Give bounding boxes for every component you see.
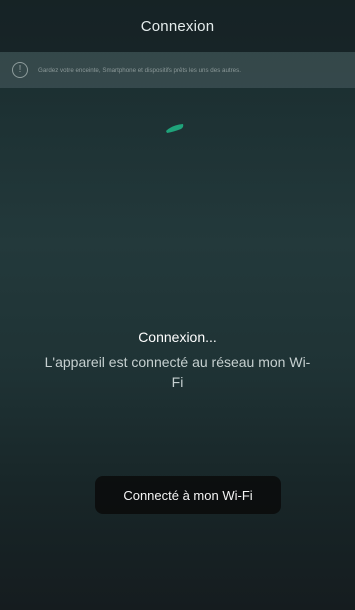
status-block: Connexion... L'appareil est connecté au … [0, 328, 355, 392]
notice-text: Gardez votre enceinte, Smartphone et dis… [38, 66, 241, 74]
info-icon: ! [12, 62, 28, 78]
notice-banner: ! Gardez votre enceinte, Smartphone et d… [0, 52, 355, 88]
status-message: L'appareil est connecté au réseau mon Wi… [44, 354, 311, 390]
loading-spinner-icon [166, 124, 184, 133]
connection-screen: Connexion ! Gardez votre enceinte, Smart… [0, 0, 355, 610]
page-title: Connexion [140, 17, 215, 35]
title-bar: Connexion [0, 0, 355, 52]
toast-text: Connecté à mon Wi-Fi [123, 487, 253, 503]
toast-notification: Connecté à mon Wi-Fi [95, 476, 281, 514]
status-title: Connexion... [138, 329, 217, 345]
